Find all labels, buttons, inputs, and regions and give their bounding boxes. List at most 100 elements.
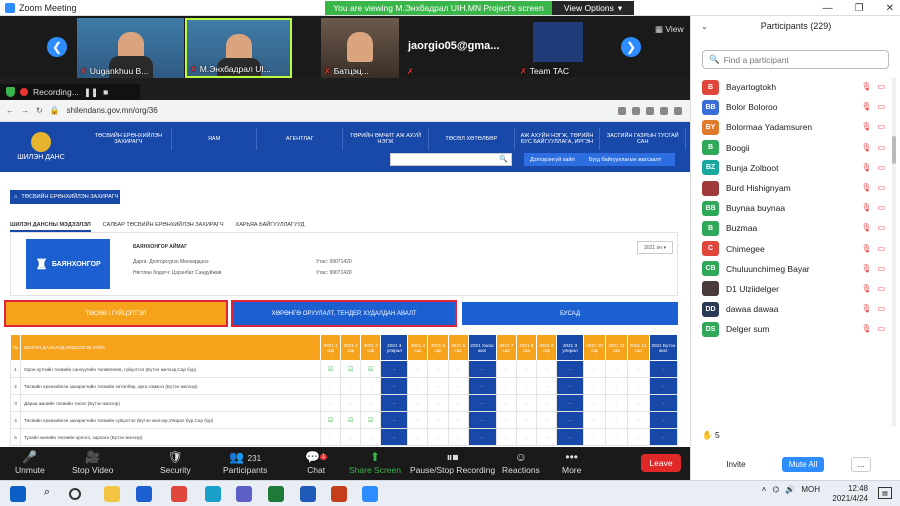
scrollbar-thumb[interactable] bbox=[892, 136, 896, 164]
chevron-up-icon[interactable]: ˄ bbox=[762, 485, 767, 494]
status-cell[interactable]: – bbox=[648, 377, 679, 395]
status-cell[interactable]: ○ bbox=[605, 360, 628, 378]
minimize-icon[interactable]: — bbox=[823, 3, 833, 14]
site-nav-item[interactable]: ЯАМ bbox=[172, 128, 258, 150]
reload-icon[interactable]: ↻ bbox=[36, 106, 43, 115]
status-cell[interactable]: – bbox=[555, 428, 585, 446]
tab-salbar[interactable]: САЛБАР ТӨСВИЙН ЕРӨНХИЙЛЭН ЗАХИРАГЧ bbox=[103, 222, 224, 232]
video-tile[interactable]: ✗ Team TAC bbox=[517, 18, 599, 78]
status-cell[interactable]: ○ bbox=[319, 377, 342, 395]
forward-icon[interactable]: → bbox=[21, 106, 29, 115]
extension-icon[interactable] bbox=[618, 106, 626, 115]
mute-all-button[interactable]: Mute All bbox=[782, 457, 824, 472]
edge-icon[interactable] bbox=[205, 486, 221, 502]
status-cell[interactable]: ○ bbox=[495, 377, 517, 395]
status-cell[interactable]: – bbox=[648, 411, 679, 429]
status-cell[interactable]: ○ bbox=[515, 411, 537, 429]
status-cell[interactable]: – bbox=[380, 411, 409, 429]
extension-icon[interactable] bbox=[674, 106, 682, 115]
status-cell[interactable]: ○ bbox=[427, 360, 449, 378]
table-row[interactable]: 5 Тухайн жилийн төсвийн орлого, зарлага (… bbox=[10, 428, 679, 446]
status-cell[interactable]: ○ bbox=[447, 411, 469, 429]
participant-row[interactable]: DD dawaa dawaa 🎙 ▭ bbox=[691, 299, 891, 319]
extension-icon[interactable] bbox=[646, 106, 654, 115]
table-row[interactable]: 2 Төсвийн ерөнхийлэн захирагчийн төсвийн … bbox=[10, 377, 679, 395]
status-cell[interactable]: ○ bbox=[626, 377, 650, 395]
site-nav-item[interactable]: ТӨСӨЛ ХӨТӨЛБӨР bbox=[429, 128, 515, 150]
stop-icon[interactable]: ■ bbox=[103, 87, 108, 97]
site-nav-item[interactable]: АГЕНТЛАГ bbox=[257, 128, 344, 150]
site-nav-item[interactable]: ТӨРИЙН ӨМЧИТ АЖ АХУЙ НЭГЖ bbox=[343, 128, 429, 150]
status-cell[interactable]: – bbox=[555, 360, 585, 378]
gallery-prev-icon[interactable]: ❮ bbox=[47, 37, 67, 57]
status-cell[interactable]: – bbox=[648, 394, 679, 412]
status-cell[interactable]: ○ bbox=[626, 394, 650, 412]
status-cell[interactable]: ○ bbox=[427, 377, 449, 395]
status-cell[interactable]: ○ bbox=[340, 377, 362, 395]
status-cell[interactable]: ○ bbox=[407, 360, 429, 378]
status-cell[interactable]: – bbox=[467, 411, 497, 429]
status-cell[interactable]: ○ bbox=[407, 394, 429, 412]
status-cell[interactable]: – bbox=[555, 377, 585, 395]
category-investment-button[interactable]: ХӨРӨНГӨ ОРУУЛАЛТ, ТЕНДЕР, ХУДАЛДАН АВАЛТ bbox=[231, 300, 457, 327]
app-icon[interactable] bbox=[136, 486, 152, 502]
extension-icon[interactable] bbox=[632, 106, 640, 115]
status-cell[interactable]: – bbox=[648, 360, 679, 378]
participant-row[interactable]: BB Bolor Boloroo 🎙 ▭ bbox=[691, 97, 891, 117]
video-tile[interactable]: ✗ Uugankhuu B... bbox=[77, 18, 184, 78]
tab-shilen-dans[interactable]: ШИЛЭН ДАНСНЫ МЭДЭЭЛЭЛ bbox=[10, 222, 91, 232]
participant-row[interactable]: B Bayartogtokh 🎙 ▭ bbox=[691, 77, 891, 97]
task-view-icon[interactable] bbox=[69, 488, 81, 500]
breadcrumb[interactable]: ⌂ ТӨСВИЙН ЕРӨНХИЙЛЭН ЗАХИРАГЧ bbox=[10, 190, 120, 204]
status-cell[interactable]: ○ bbox=[605, 411, 628, 429]
scrollbar-track[interactable] bbox=[892, 77, 896, 427]
panel-more-button[interactable]: ... bbox=[851, 457, 871, 472]
status-cell[interactable]: ○ bbox=[535, 360, 557, 378]
status-cell[interactable]: ○ bbox=[515, 428, 537, 446]
participant-row[interactable]: BZ Bunja Zolboot 🎙 ▭ bbox=[691, 158, 891, 178]
status-cell[interactable]: ○ bbox=[605, 394, 628, 412]
security-button[interactable]: 🛡 Security bbox=[160, 450, 191, 475]
reactions-button[interactable]: ☺ Reactions bbox=[502, 450, 540, 475]
status-cell[interactable]: – bbox=[380, 394, 409, 412]
participant-row[interactable]: B Buzmaa 🎙 ▭ bbox=[691, 218, 891, 238]
site-nav-item[interactable]: АЖ АХУЙН НЭГЖ, ТӨРИЙН БУС БАЙГУУЛЛАГА, И… bbox=[515, 128, 601, 150]
status-cell[interactable]: ○ bbox=[535, 377, 557, 395]
status-cell[interactable]: ○ bbox=[427, 411, 449, 429]
status-cell[interactable]: ○ bbox=[427, 394, 449, 412]
video-tile-active-speaker[interactable]: ✗ М.Энхбадрал UI... bbox=[185, 18, 292, 78]
participant-row[interactable]: BY Bolormaa Yadamsuren 🎙 ▭ bbox=[691, 117, 891, 137]
view-toggle[interactable]: ▦ View bbox=[655, 24, 684, 35]
participant-row[interactable]: DS Delger sum 🎙 ▭ bbox=[691, 319, 891, 339]
record-button[interactable]: ⏸⏹ Pause/Stop Recording bbox=[410, 450, 495, 475]
status-cell[interactable]: ○ bbox=[407, 428, 429, 446]
clock[interactable]: 12:48 2021/4/24 bbox=[832, 484, 868, 504]
status-cell[interactable]: ○ bbox=[583, 394, 606, 412]
participant-search-input[interactable]: 🔍 Find a participant bbox=[702, 50, 889, 69]
site-nav-item[interactable]: ЗАСГИЙН ГАЗРЫН ТУСГАЙ САН bbox=[600, 128, 687, 150]
status-cell[interactable]: ☑ bbox=[319, 360, 342, 378]
back-icon[interactable]: ← bbox=[6, 106, 14, 115]
status-cell[interactable]: ○ bbox=[360, 428, 382, 446]
status-cell[interactable]: ○ bbox=[360, 394, 382, 412]
status-cell[interactable]: ○ bbox=[495, 411, 517, 429]
notification-icon[interactable]: ▤ bbox=[878, 487, 892, 499]
status-cell[interactable]: – bbox=[555, 411, 585, 429]
status-cell[interactable]: ○ bbox=[447, 360, 469, 378]
tab-kharya[interactable]: ХАРЬЯА БАЙГУУЛЛАГУУД bbox=[236, 222, 305, 232]
leave-button[interactable]: Leave bbox=[641, 454, 681, 472]
site-search-input[interactable]: 🔍 bbox=[390, 153, 512, 166]
status-cell[interactable]: ○ bbox=[626, 411, 650, 429]
status-cell[interactable]: ○ bbox=[340, 394, 362, 412]
status-cell[interactable]: ○ bbox=[340, 428, 362, 446]
volume-icon[interactable]: 🔊 bbox=[785, 485, 795, 494]
status-cell[interactable]: ○ bbox=[495, 394, 517, 412]
stop-video-button[interactable]: 🎥 Stop Video bbox=[72, 450, 113, 475]
participant-row[interactable]: D1 Ulziidelger 🎙 ▭ bbox=[691, 279, 891, 299]
invite-button[interactable]: Invite bbox=[719, 457, 753, 472]
status-cell[interactable]: ○ bbox=[319, 428, 342, 446]
language-indicator[interactable]: МОН bbox=[801, 485, 820, 494]
status-cell[interactable]: ○ bbox=[535, 428, 557, 446]
status-cell[interactable]: ○ bbox=[447, 428, 469, 446]
pause-icon[interactable]: ❚❚ bbox=[84, 87, 98, 98]
